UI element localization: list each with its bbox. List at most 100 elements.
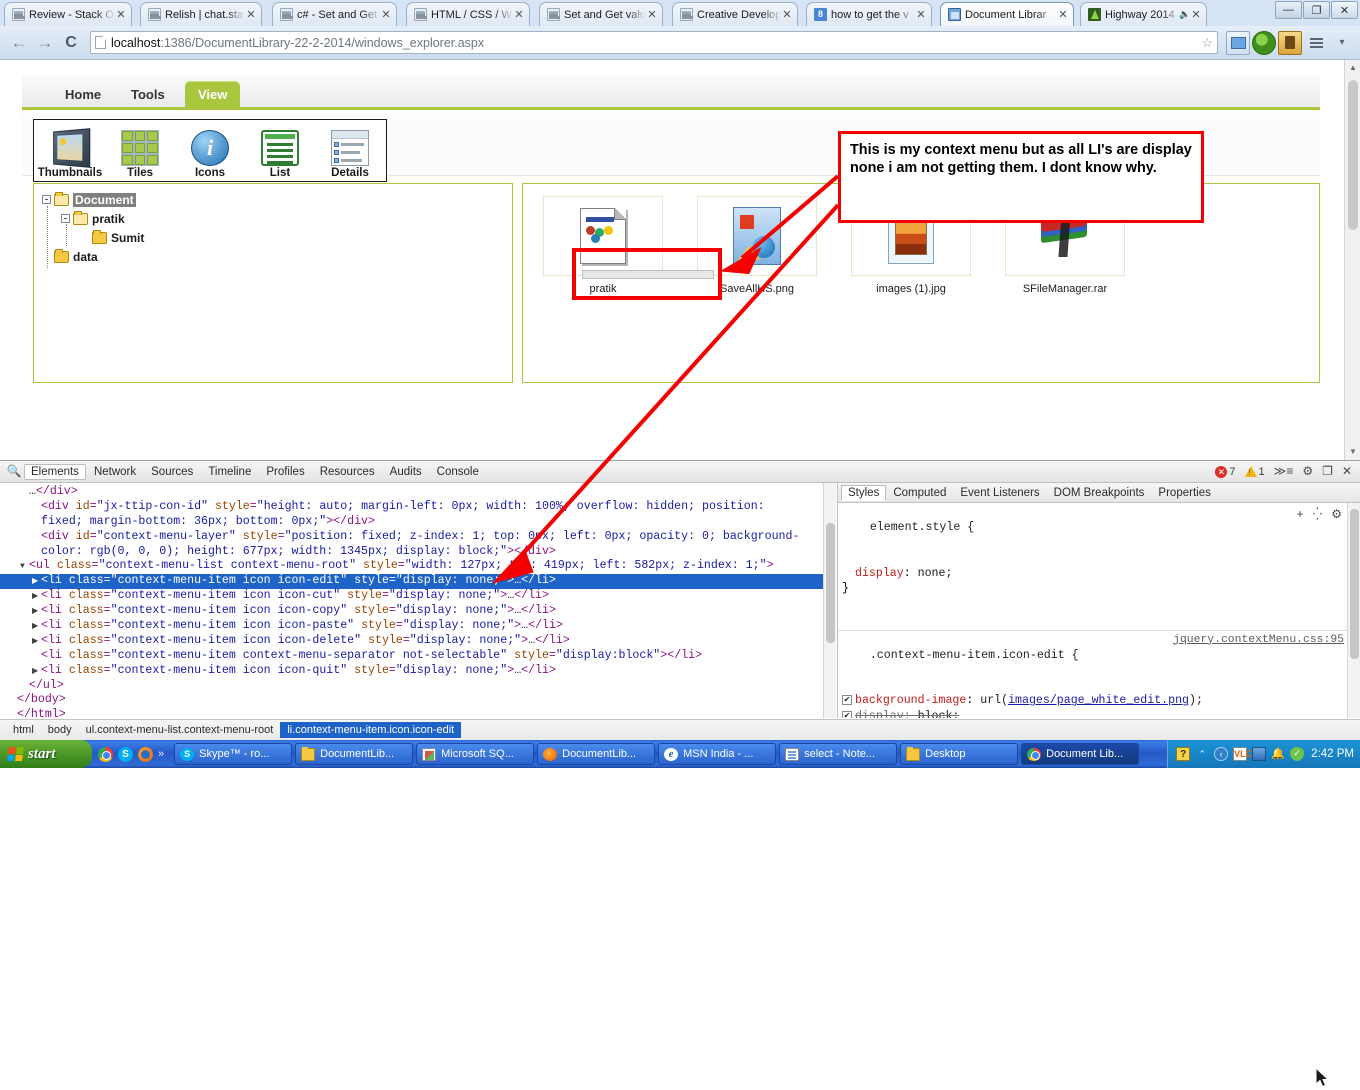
browser-tab-0[interactable]: Review - Stack O ✕: [4, 2, 132, 26]
chrome-icon[interactable]: [98, 746, 113, 762]
styles-tab-properties[interactable]: Properties: [1151, 485, 1217, 501]
search-icon[interactable]: 🔍: [4, 464, 24, 479]
style-selector[interactable]: element.style {: [870, 521, 974, 534]
dom-tree-scrollbar[interactable]: [823, 483, 836, 718]
warning-count-badge[interactable]: 1: [1244, 466, 1265, 478]
dom-node-line[interactable]: ▼ <ul class="context-menu-list context-me…: [0, 559, 836, 574]
tree-node-data[interactable]: data: [42, 247, 504, 266]
disclosure-triangle-icon[interactable]: ▶: [32, 620, 41, 635]
close-tab-icon[interactable]: ✕: [115, 8, 127, 21]
devtools-tab-audits[interactable]: Audits: [383, 464, 429, 480]
tree-expander-icon[interactable]: -: [42, 195, 51, 204]
disclosure-triangle-icon[interactable]: ▶: [32, 590, 41, 605]
disclosure-triangle-icon[interactable]: ▶: [32, 665, 41, 680]
view-option-tiles[interactable]: Tiles: [111, 130, 169, 179]
breadcrumb-item[interactable]: li.context-menu-item.icon.icon-edit: [280, 722, 462, 738]
toolbar-overflow-icon[interactable]: ▾: [1330, 31, 1354, 55]
tree-expander-icon[interactable]: -: [61, 214, 70, 223]
extension-icon-3[interactable]: [1278, 30, 1302, 55]
dom-node-line[interactable]: ▶ <li class="context-menu-item icon icon-…: [0, 589, 836, 604]
close-tab-icon[interactable]: ✕: [915, 8, 927, 21]
devtools-tab-elements[interactable]: Elements: [24, 463, 86, 480]
vlc-icon[interactable]: VLC: [1233, 747, 1252, 761]
ribbon-tab-tools[interactable]: Tools: [118, 81, 178, 110]
disclosure-triangle-icon[interactable]: ▶: [32, 605, 41, 620]
style-selector[interactable]: .context-menu-item.icon-edit {: [870, 649, 1079, 662]
dom-node-line[interactable]: ▶ <li class="context-menu-item icon icon-…: [0, 619, 836, 634]
browser-tab-6[interactable]: 8 how to get the v ✕: [806, 2, 932, 26]
skype-icon[interactable]: S: [118, 746, 133, 762]
close-tab-icon[interactable]: ✕: [781, 8, 793, 21]
network-icon[interactable]: [1252, 747, 1267, 761]
browser-tab-1[interactable]: Relish | chat.sta ✕: [140, 2, 262, 26]
help-icon[interactable]: ?: [1176, 747, 1191, 761]
breadcrumb-item[interactable]: ul.context-menu-list.context-menu-root: [79, 722, 281, 738]
styles-tab-event-listeners[interactable]: Event Listeners: [953, 485, 1046, 501]
browser-tab-5[interactable]: Creative Develop ✕: [672, 2, 798, 26]
tree-node-sumit[interactable]: Sumit: [80, 228, 504, 247]
breadcrumb-item[interactable]: body: [41, 722, 79, 738]
dom-node-line[interactable]: ▶ <li class="context-menu-item icon icon-…: [0, 604, 836, 619]
firefox-icon[interactable]: [138, 746, 153, 762]
address-bar[interactable]: localhost :1386/DocumentLibrary-22-2-201…: [90, 31, 1218, 54]
close-tab-icon[interactable]: ✕: [1190, 8, 1202, 21]
dock-side-icon[interactable]: ❐: [1322, 464, 1333, 479]
error-count-badge[interactable]: ✕ 7: [1215, 465, 1236, 478]
styles-tab-computed[interactable]: Computed: [886, 485, 953, 501]
devtools-tab-profiles[interactable]: Profiles: [259, 464, 311, 480]
taskbar-clock[interactable]: 2:42 PM: [1309, 748, 1354, 760]
dom-node-line[interactable]: color: rgb(0, 0, 0); height: 677px; widt…: [0, 545, 836, 560]
close-tab-icon[interactable]: ✕: [513, 8, 525, 21]
view-option-thumbnails[interactable]: Thumbnails: [38, 128, 102, 179]
extension-icon-2[interactable]: [1252, 30, 1276, 55]
style-property[interactable]: ✔ display: block;: [842, 709, 1356, 718]
taskbar-item[interactable]: Microsoft SQ...: [416, 743, 535, 765]
taskbar-item[interactable]: DocumentLib...: [295, 743, 414, 765]
dom-node-line[interactable]: <div id="jx-ttip-con-id" style="height: …: [0, 500, 836, 515]
show-hidden-icons-icon[interactable]: ‹: [1214, 747, 1229, 761]
breadcrumb-item[interactable]: html: [6, 722, 41, 738]
dom-node-line[interactable]: ▶ <li class="context-menu-item icon icon-…: [0, 634, 836, 649]
minimize-button[interactable]: —: [1275, 1, 1302, 19]
dom-node-line[interactable]: </html>: [0, 708, 836, 718]
scroll-down-arrow-icon[interactable]: ▼: [1345, 444, 1360, 460]
forward-icon[interactable]: →: [32, 31, 58, 55]
view-option-list[interactable]: List: [251, 130, 309, 179]
dom-node-line[interactable]: fixed; margin-bottom: 36px; bottom: 0px;…: [0, 515, 836, 530]
disclosure-triangle-icon[interactable]: ▼: [20, 560, 29, 575]
scrollbar-thumb[interactable]: [1348, 80, 1358, 230]
devtools-settings-gear-icon[interactable]: ⚙: [1302, 464, 1313, 479]
dom-node-line[interactable]: <div id="context-menu-layer" style="posi…: [0, 530, 836, 545]
styles-tab-dom-breakpoints[interactable]: DOM Breakpoints: [1047, 485, 1152, 501]
start-button[interactable]: start: [0, 740, 92, 768]
reload-icon[interactable]: C: [58, 31, 84, 55]
disclosure-triangle-icon[interactable]: ▶: [32, 575, 41, 590]
dom-node-line[interactable]: </body>: [0, 693, 836, 708]
tab-audio-icon[interactable]: 🔈: [1179, 9, 1190, 20]
browser-tab-4[interactable]: Set and Get valu ✕: [539, 2, 663, 26]
property-enabled-checkbox[interactable]: ✔: [842, 710, 852, 718]
property-enabled-checkbox[interactable]: ✔: [842, 695, 852, 706]
taskbar-item[interactable]: select - Note...: [779, 743, 898, 765]
page-vertical-scrollbar[interactable]: ▲ ▼: [1344, 60, 1360, 460]
tray-overflow-icon[interactable]: ⌃: [1195, 747, 1209, 761]
bookmark-star-icon[interactable]: ☆: [1201, 35, 1213, 51]
style-source-link[interactable]: jquery.contextMenu.css:95: [1173, 633, 1344, 648]
browser-tab-7[interactable]: Document Librar ✕: [940, 2, 1074, 26]
taskbar-item[interactable]: S Skype™ - ro...: [174, 743, 293, 765]
tree-node-document[interactable]: - Document: [42, 190, 504, 209]
taskbar-item[interactable]: Document Lib...: [1021, 743, 1140, 765]
disclosure-triangle-icon[interactable]: ▶: [32, 635, 41, 650]
dom-node-line[interactable]: …</div>: [0, 485, 836, 500]
devtools-tab-timeline[interactable]: Timeline: [201, 464, 258, 480]
extension-icon-1[interactable]: [1226, 30, 1250, 55]
tree-node-pratik[interactable]: - pratik: [61, 209, 504, 228]
dom-node-line[interactable]: </ul>: [0, 679, 836, 694]
chrome-menu-icon[interactable]: [1304, 31, 1328, 55]
style-property[interactable]: display: none;: [842, 566, 1356, 581]
browser-tab-8[interactable]: Highway 2014 🔈 ✕: [1080, 2, 1207, 26]
scrollbar-thumb[interactable]: [1350, 509, 1359, 659]
taskbar-item[interactable]: e MSN India - ...: [658, 743, 777, 765]
devtools-tab-console[interactable]: Console: [430, 464, 486, 480]
folder-tree-pane[interactable]: - Document - pratik Sumit data: [33, 183, 513, 383]
